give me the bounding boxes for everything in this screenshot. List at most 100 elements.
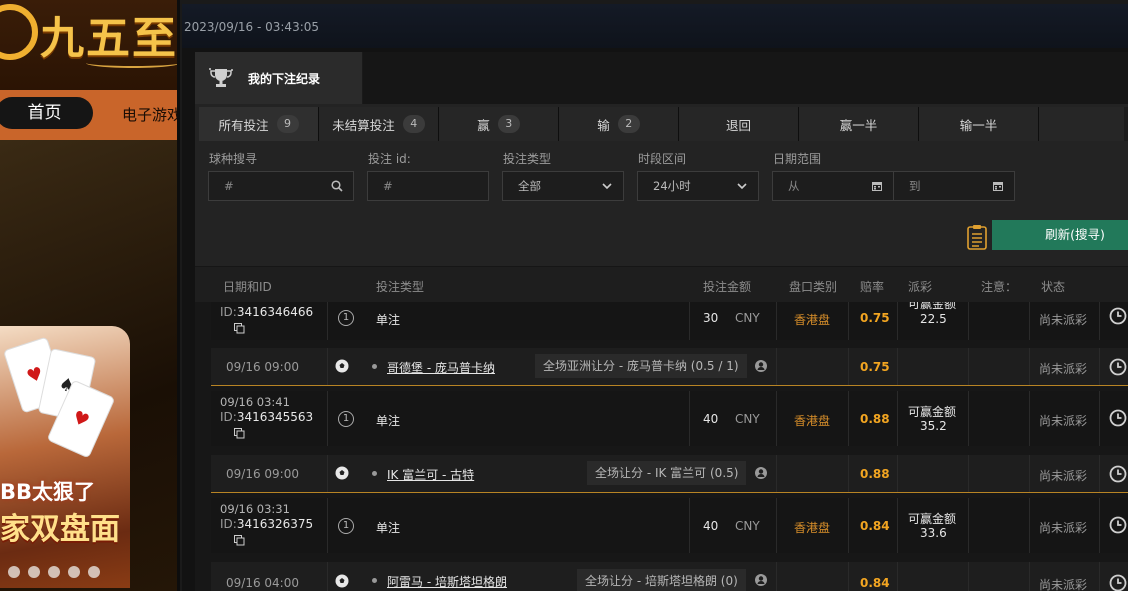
bet-id-input[interactable]: # bbox=[367, 171, 489, 201]
promo-banner[interactable]: ♥ ♠ ♥ BB太狠了 家双盘面 bbox=[0, 326, 130, 588]
market-type: 香港盘 bbox=[794, 414, 831, 428]
odds-value: 0.84 bbox=[860, 519, 890, 533]
copy-icon[interactable] bbox=[234, 323, 245, 334]
bet-count-icon: 1 bbox=[338, 411, 354, 427]
cell-separator bbox=[1029, 302, 1030, 340]
window-edge bbox=[177, 0, 180, 591]
carousel-dot[interactable] bbox=[88, 566, 100, 578]
site-logo-text: 九五至 bbox=[40, 13, 178, 64]
market-detail: 全场让分 - IK 富兰可 (0.5) bbox=[587, 461, 747, 485]
sport-search-input[interactable]: # bbox=[208, 171, 354, 201]
clipboard-icon[interactable] bbox=[967, 224, 987, 250]
bet-id: ID:3416345563 bbox=[220, 410, 314, 424]
status-text: 尚未派彩 bbox=[1039, 313, 1088, 327]
cell-separator bbox=[1029, 498, 1030, 553]
bet-type-select[interactable]: 全部 bbox=[502, 171, 624, 201]
bet-id: ID:3416346466 bbox=[220, 305, 314, 319]
col-status: 状态 bbox=[1041, 280, 1066, 294]
payout-label: 可赢金额 bbox=[908, 405, 957, 419]
title-bar-fill bbox=[363, 52, 1128, 104]
carousel-dot[interactable] bbox=[48, 566, 60, 578]
cell-separator bbox=[1029, 455, 1030, 492]
bet-currency: CNY bbox=[735, 412, 760, 426]
match-time: 09/16 04:00 bbox=[226, 576, 299, 590]
carousel-dot[interactable] bbox=[8, 566, 20, 578]
tab-refunded[interactable]: 退回 bbox=[679, 107, 799, 141]
cell-separator bbox=[968, 391, 969, 446]
user-info-icon[interactable] bbox=[755, 360, 767, 372]
cell-separator bbox=[327, 302, 328, 340]
cell-separator bbox=[897, 302, 898, 340]
tab-unsettled[interactable]: 未结算投注 4 bbox=[319, 107, 439, 141]
period-value: 24小时 bbox=[653, 179, 691, 193]
search-icon[interactable] bbox=[331, 180, 343, 192]
match-teams-link[interactable]: IK 富兰可 - 古特 bbox=[387, 466, 474, 483]
title-tab[interactable]: 我的下注纪录 bbox=[195, 52, 363, 104]
match-teams-link[interactable]: 哥德堡 - 庞马普卡纳 bbox=[387, 359, 495, 376]
cell-separator bbox=[776, 455, 777, 492]
nav-home-link[interactable]: 首页 bbox=[0, 97, 93, 129]
tab-label: 赢 bbox=[477, 117, 490, 133]
cell-separator bbox=[1099, 455, 1100, 492]
tab-won[interactable]: 赢 3 bbox=[439, 107, 559, 141]
copy-icon[interactable] bbox=[234, 535, 245, 546]
cell-separator bbox=[1099, 302, 1100, 340]
odds-value: 0.88 bbox=[860, 412, 890, 426]
bullet-icon bbox=[372, 471, 377, 476]
user-info-icon[interactable] bbox=[755, 574, 767, 586]
tab-lost[interactable]: 输 2 bbox=[559, 107, 679, 141]
bet-currency: CNY bbox=[735, 519, 760, 533]
status-text: 尚未派彩 bbox=[1039, 521, 1088, 535]
tab-all-bets[interactable]: 所有投注 9 bbox=[199, 107, 319, 141]
copy-icon[interactable] bbox=[234, 428, 245, 439]
soccer-ball-icon bbox=[335, 359, 349, 373]
tab-label: 输 bbox=[597, 117, 610, 133]
match-row: 09/16 04:00 阿雷马 - 培斯塔坦格朗 全场让分 - 培斯塔坦格朗 (… bbox=[211, 562, 1128, 591]
status-text: 尚未派彩 bbox=[1039, 469, 1088, 483]
bet-row: ID:3416346466 1 单注 30 CNY 香港盘 0.75 可赢金额 … bbox=[211, 302, 1128, 340]
date-to-input[interactable]: 到 bbox=[893, 171, 1015, 201]
bullet-icon bbox=[372, 364, 377, 369]
datetime-display: 2023/09/16 - 03:43:05 bbox=[182, 4, 1128, 48]
period-select[interactable]: 24小时 bbox=[637, 171, 759, 201]
bet-amount: 30 bbox=[703, 311, 719, 325]
cell-separator bbox=[968, 562, 969, 591]
user-info-icon[interactable] bbox=[755, 467, 767, 479]
match-row: 09/16 09:00 IK 富兰可 - 古特 全场让分 - IK 富兰可 (0… bbox=[211, 455, 1128, 493]
nav-games-link[interactable]: 电子游戏 bbox=[122, 104, 180, 125]
cell-separator bbox=[848, 498, 849, 553]
tab-half-lost[interactable]: 输一半 bbox=[919, 107, 1039, 141]
calendar-icon[interactable] bbox=[992, 180, 1004, 192]
cell-separator bbox=[968, 302, 969, 340]
cell-separator bbox=[327, 391, 328, 446]
carousel-dots bbox=[8, 566, 100, 578]
tab-half-won[interactable]: 赢一半 bbox=[799, 107, 919, 141]
col-bet-type: 投注类型 bbox=[376, 280, 425, 294]
tab-count-badge: 4 bbox=[402, 115, 425, 133]
cell-separator bbox=[327, 348, 328, 385]
match-teams-link[interactable]: 阿雷马 - 培斯塔坦格朗 bbox=[387, 573, 507, 590]
tab-overflow bbox=[1039, 107, 1124, 141]
cell-separator bbox=[776, 348, 777, 385]
carousel-dot[interactable] bbox=[68, 566, 80, 578]
soccer-ball-icon bbox=[335, 466, 349, 480]
bet-rows: ID:3416346466 1 单注 30 CNY 香港盘 0.75 可赢金额 … bbox=[195, 302, 1128, 591]
date-from-input[interactable]: 从 bbox=[772, 171, 894, 201]
refresh-search-button[interactable]: 刷新(搜寻) bbox=[992, 220, 1128, 250]
bet-currency: CNY bbox=[735, 311, 760, 325]
col-amount: 投注金额 bbox=[703, 280, 752, 294]
cell-separator bbox=[848, 348, 849, 385]
market-detail: 全场让分 - 培斯塔坦格朗 (0) bbox=[577, 569, 746, 591]
col-date-id: 日期和ID bbox=[223, 280, 272, 294]
clock-icon bbox=[1109, 574, 1127, 591]
clock-icon bbox=[1109, 516, 1127, 534]
carousel-dot[interactable] bbox=[28, 566, 40, 578]
soccer-ball-icon bbox=[335, 574, 349, 588]
date-to-placeholder: 到 bbox=[909, 179, 921, 193]
match-time: 09/16 09:00 bbox=[226, 360, 299, 374]
clock-icon bbox=[1109, 409, 1127, 427]
calendar-icon[interactable] bbox=[871, 180, 883, 192]
cell-separator bbox=[327, 498, 328, 553]
bet-id: ID:3416326375 bbox=[220, 517, 314, 531]
cell-separator bbox=[776, 391, 777, 446]
